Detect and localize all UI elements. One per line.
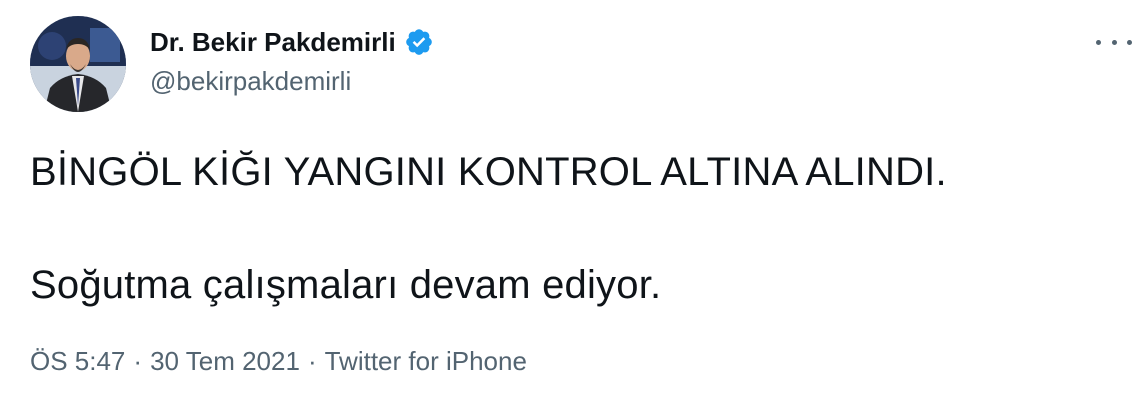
tweet-text-line: Soğutma çalışmaları devam ediyor. bbox=[30, 263, 662, 307]
more-options-button[interactable] bbox=[1096, 30, 1132, 54]
tweet-card: Dr. Bekir Pakdemirli @bekirpakdemirli Bİ… bbox=[0, 0, 1147, 404]
tweet-meta: ÖS 5:47 · 30 Tem 2021 · Twitter for iPhone bbox=[30, 346, 527, 377]
tweet-text-line: BİNGÖL KİĞI YANGINI KONTROL ALTINA ALIND… bbox=[30, 150, 947, 194]
more-horizontal-icon bbox=[1111, 39, 1117, 45]
verified-badge-icon bbox=[404, 27, 434, 57]
display-name[interactable]: Dr. Bekir Pakdemirli bbox=[150, 27, 396, 58]
profile-photo-icon bbox=[30, 16, 126, 112]
author-block: Dr. Bekir Pakdemirli @bekirpakdemirli bbox=[150, 24, 434, 97]
meta-separator: · bbox=[307, 346, 317, 376]
name-row: Dr. Bekir Pakdemirli bbox=[150, 24, 434, 60]
tweet-date[interactable]: 30 Tem 2021 bbox=[150, 346, 300, 376]
more-horizontal-icon bbox=[1096, 39, 1101, 45]
handle[interactable]: @bekirpakdemirli bbox=[150, 66, 434, 97]
tweet-source[interactable]: Twitter for iPhone bbox=[325, 346, 527, 376]
meta-separator: · bbox=[133, 346, 143, 376]
tweet-time[interactable]: ÖS 5:47 bbox=[30, 346, 125, 376]
avatar[interactable] bbox=[30, 16, 126, 112]
more-horizontal-icon bbox=[1127, 39, 1132, 45]
